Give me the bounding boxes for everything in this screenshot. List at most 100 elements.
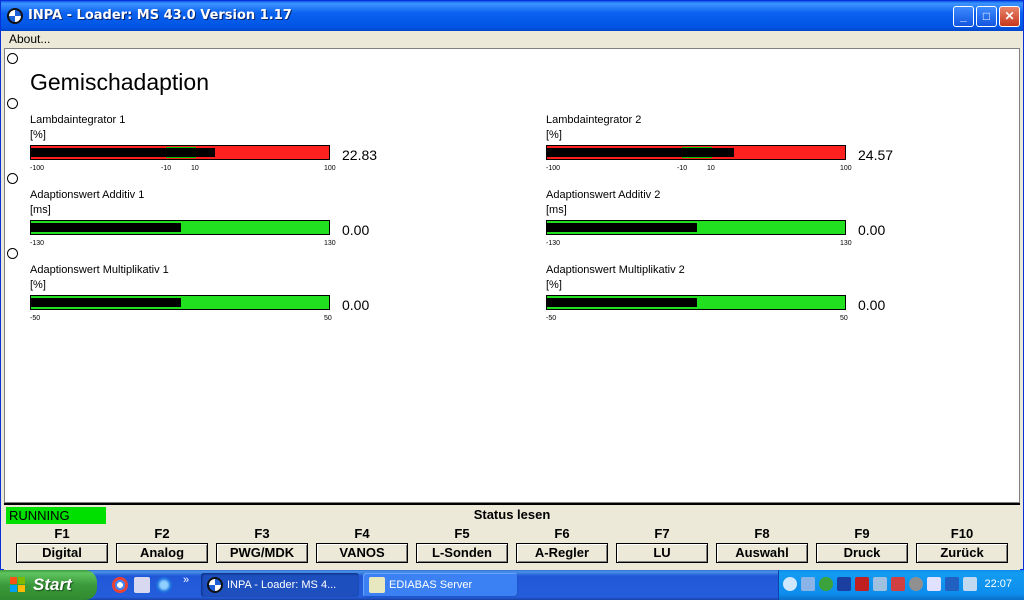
meter-unit: [%]: [546, 129, 562, 141]
fkey-f8: F8 Auswahl: [716, 526, 808, 564]
meter-tick-label: 10: [191, 165, 199, 172]
windows-logo-icon: [10, 577, 26, 593]
fkey-button[interactable]: L-Sonden: [416, 543, 508, 563]
task-ediabas[interactable]: EDIABAS Server: [363, 573, 518, 597]
network-icon[interactable]: [801, 577, 815, 591]
meter: Adaptionswert Multiplikativ 2 [%] 0.00 -50 5…: [546, 264, 906, 334]
fkey-button[interactable]: VANOS: [316, 543, 408, 563]
tray-expand-icon[interactable]: [783, 577, 797, 591]
meter-label: Adaptionswert Additiv 2: [546, 189, 661, 201]
fkey-label: F4: [354, 526, 370, 541]
bluetooth-icon[interactable]: [837, 577, 851, 591]
meter-unit: [ms]: [30, 204, 51, 216]
fkey-button[interactable]: Zurück: [916, 543, 1008, 563]
meter-value: 0.00: [342, 297, 370, 313]
close-button[interactable]: ✕: [999, 6, 1020, 27]
display-icon[interactable]: [873, 577, 887, 591]
meter-target-band: [166, 147, 196, 158]
meter-unit: [%]: [30, 129, 46, 141]
fkey-f3: F3 PWG/MDK: [216, 526, 308, 564]
quick-launch-chevron-icon[interactable]: »: [183, 574, 189, 586]
meter-tick-label: -50: [30, 315, 41, 322]
fkey-button[interactable]: Druck: [816, 543, 908, 563]
radio-indicator: [7, 98, 18, 109]
fkey-label: F2: [154, 526, 170, 541]
meter-fill: [547, 223, 697, 232]
fkey-f9: F9 Druck: [816, 526, 908, 564]
minimize-button[interactable]: _: [953, 6, 974, 27]
task-inpa[interactable]: INPA - Loader: MS 4...: [201, 573, 359, 597]
fkey-label: F5: [454, 526, 470, 541]
meter: Adaptionswert Multiplikativ 1 [%] 0.00 -50 5…: [30, 264, 390, 334]
meter-tick-label: -10: [161, 165, 172, 172]
antivirus-icon[interactable]: [855, 577, 869, 591]
meter-value: 0.00: [858, 297, 886, 313]
menu-about[interactable]: About...: [9, 32, 50, 46]
meter-target-band: [682, 147, 712, 158]
utorrent-icon[interactable]: [819, 577, 833, 591]
fkey-button[interactable]: Analog: [116, 543, 208, 563]
meter: Lambdaintegrator 2 [%] 24.57 -100 -10 10 100: [546, 114, 906, 184]
meter-bar: [546, 295, 846, 310]
meter-label: Lambdaintegrator 1: [30, 114, 126, 126]
meter-value: 0.00: [342, 222, 370, 238]
fkey-label: F7: [654, 526, 670, 541]
volume-icon[interactable]: [963, 577, 977, 591]
fkey-button[interactable]: Auswahl: [716, 543, 808, 563]
title-bar[interactable]: INPA - Loader: MS 43.0 Version 1.17 _ □ …: [1, 1, 1023, 31]
meter-tick-label: 100: [324, 165, 336, 172]
fkey-button[interactable]: Digital: [16, 543, 108, 563]
system-tray: 22:07: [778, 570, 1024, 600]
task-label: EDIABAS Server: [389, 579, 473, 591]
meter: Adaptionswert Additiv 2 [ms] 0.00 -130 130: [546, 189, 906, 259]
window-title: INPA - Loader: MS 43.0 Version 1.17: [28, 8, 292, 23]
radio-indicator: [7, 173, 18, 184]
fkey-f4: F4 VANOS: [316, 526, 408, 564]
fkey-f6: F6 A-Regler: [516, 526, 608, 564]
start-label: Start: [33, 575, 72, 594]
page-title: Gemischadaption: [30, 69, 209, 95]
meter-tick-label: 130: [840, 240, 852, 247]
chrome-icon[interactable]: [112, 577, 128, 593]
meter-tick-label: 130: [324, 240, 336, 247]
meter-fill: [547, 298, 697, 307]
task-label: INPA - Loader: MS 4...: [227, 579, 337, 591]
meter-bar: [30, 220, 330, 235]
fkey-label: F3: [254, 526, 270, 541]
radio-indicator: [7, 53, 18, 64]
fkey-label: F8: [754, 526, 770, 541]
meter-fill: [31, 223, 181, 232]
fkey-button[interactable]: A-Regler: [516, 543, 608, 563]
security-icon[interactable]: [891, 577, 905, 591]
fkey-button[interactable]: PWG/MDK: [216, 543, 308, 563]
internet-explorer-icon[interactable]: [156, 577, 172, 593]
start-button[interactable]: Start: [0, 570, 97, 600]
maximize-button[interactable]: □: [976, 6, 997, 27]
fkey-label: F1: [54, 526, 70, 541]
meter-bar: [30, 145, 330, 160]
fkey-f10: F10 Zurück: [916, 526, 1008, 564]
status-text: Status lesen: [473, 507, 551, 522]
fkey-button[interactable]: LU: [616, 543, 708, 563]
show-desktop-icon[interactable]: [134, 577, 150, 593]
fkey-f5: F5 L-Sonden: [416, 526, 508, 564]
app-window: INPA - Loader: MS 43.0 Version 1.17 _ □ …: [0, 0, 1024, 571]
meter-tick-label: 10: [707, 165, 715, 172]
status-panel: RUNNING Status lesen F1 Digital F2 Analog F3…: [4, 503, 1020, 571]
main-panel: Gemischadaption Lambdaintegrator 1 [%] 22.…: [4, 48, 1020, 503]
meter-value: 0.00: [858, 222, 886, 238]
meter-label: Adaptionswert Multiplikativ 2: [546, 264, 685, 276]
phone-icon[interactable]: [945, 577, 959, 591]
bmw-icon: [7, 8, 23, 24]
meter-bar: [546, 220, 846, 235]
meter-tick-label: -130: [546, 240, 561, 247]
meter-tick-label: 50: [324, 315, 332, 322]
meter-value: 24.57: [858, 147, 894, 163]
meter: Adaptionswert Additiv 1 [ms] 0.00 -130 130: [30, 189, 390, 259]
ediabas-icon: [369, 577, 385, 593]
meter-label: Adaptionswert Additiv 1: [30, 189, 145, 201]
bmw-icon: [207, 577, 223, 593]
meter-label: Lambdaintegrator 2: [546, 114, 642, 126]
device-icon[interactable]: [927, 577, 941, 591]
settings-icon[interactable]: [909, 577, 923, 591]
